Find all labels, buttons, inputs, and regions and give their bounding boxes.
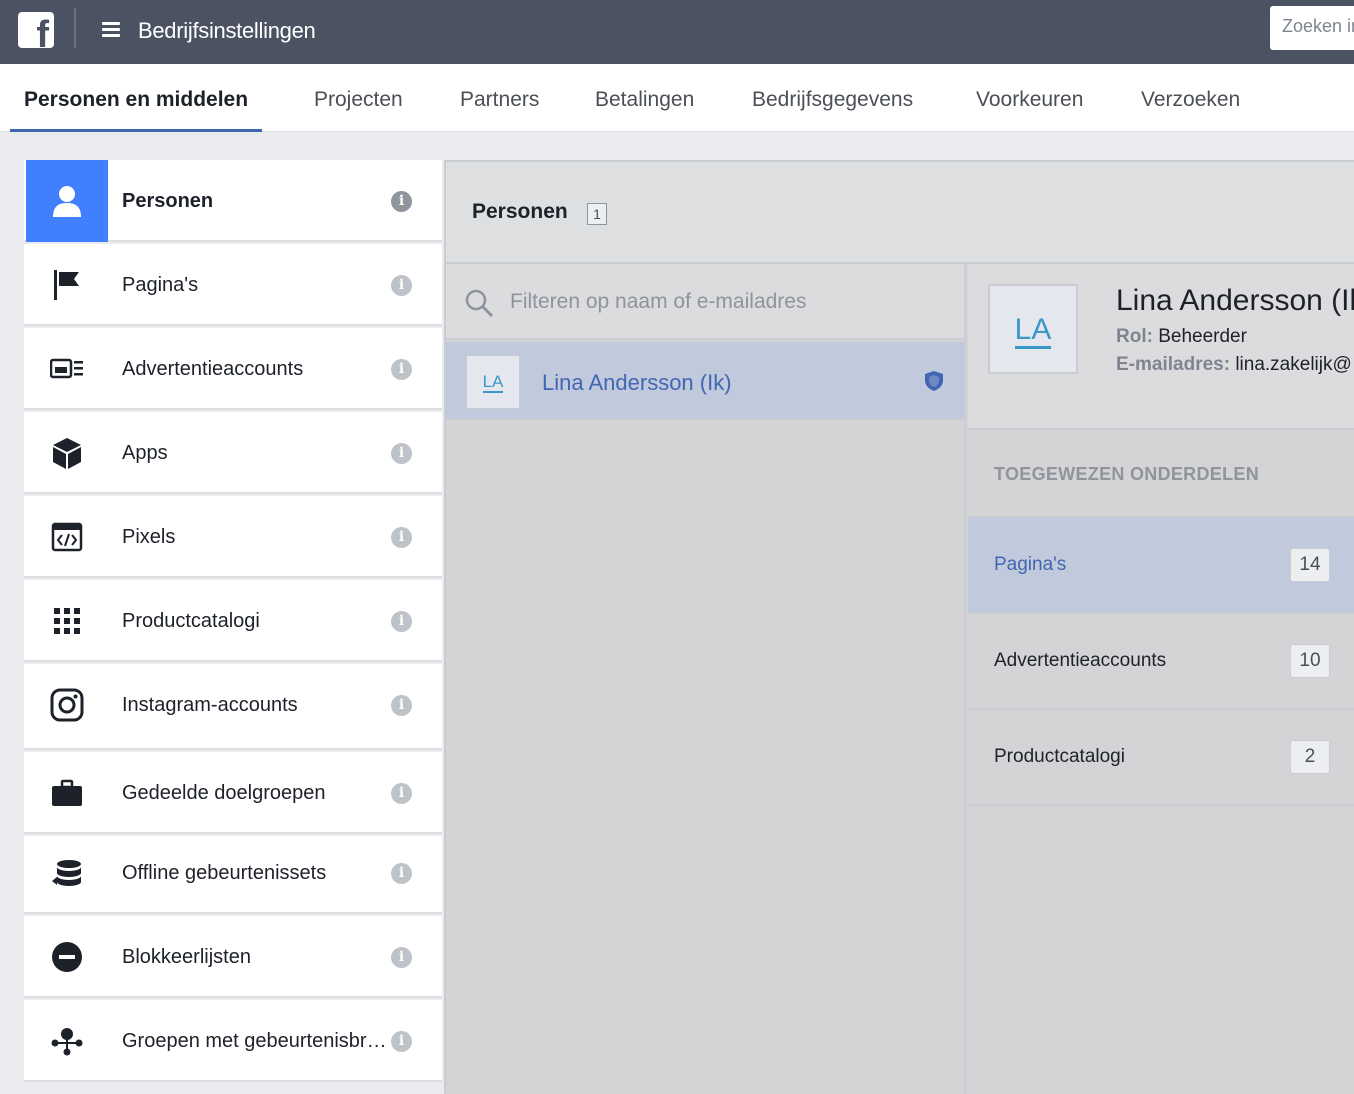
sidebar-item-label: Blokkeerlijsten (122, 946, 251, 968)
asset-count-badge: 2 (1290, 740, 1330, 774)
sidebar-item-label: Offline gebeurtenissets (122, 862, 327, 884)
avatar-initials: LA (482, 372, 504, 393)
section-title: TOEGEWEZEN ONDERDELEN (994, 464, 1259, 484)
sidebar-item-label: Productcatalogi (122, 610, 260, 632)
instagram-icon (26, 664, 108, 746)
tab-projecten[interactable]: Projecten (314, 64, 403, 132)
sidebar-item-blokkeerlijsten[interactable]: Blokkeerlijsten i (24, 916, 442, 998)
sidebar-item-label: Apps (122, 442, 168, 464)
sidebar-item-instagram-accounts[interactable]: Instagram-accounts i (24, 664, 442, 750)
topbar-divider (74, 8, 76, 48)
person-icon (26, 160, 108, 242)
person-detail: LA Lina Andersson (Ik) Rol: Beheerder E-… (968, 264, 1354, 1094)
info-icon[interactable]: i (391, 611, 412, 632)
sidebar-item-label: Personen (122, 190, 214, 212)
sidebar-item-label: Instagram-accounts (122, 694, 298, 716)
sidebar-item-advertentieaccounts[interactable]: Advertentieaccounts i (24, 328, 442, 410)
block-icon (26, 916, 108, 998)
sidebar-item-label: Pagina's (122, 274, 199, 296)
sidebar-item-gedeelde-doelgroepen[interactable]: Gedeelde doelgroepen i (24, 752, 442, 834)
search-icon (465, 289, 494, 318)
asset-count-badge: 14 (1290, 548, 1330, 582)
asset-name: Advertentieaccounts (994, 650, 1167, 671)
page-title: Bedrijfsinstellingen (138, 18, 316, 43)
top-navigation-bar: f Bedrijfsinstellingen Zoeken in bedrijf (0, 0, 1354, 64)
asset-row-advertentieaccounts[interactable]: Advertentieaccounts 10 (968, 614, 1354, 710)
info-icon[interactable]: i (391, 275, 412, 296)
sidebar-item-pixels[interactable]: Pixels i (24, 496, 442, 578)
tab-partners[interactable]: Partners (460, 64, 539, 132)
sidebar-item-label: Groepen met gebeurtenisbronnen (122, 1030, 392, 1052)
tab-personen-en-middelen[interactable]: Personen en middelen (10, 64, 263, 132)
sidebar-item-personen[interactable]: Personen i (24, 160, 442, 242)
cube-icon (26, 412, 108, 494)
sidebar-item-label: Advertentieaccounts (122, 358, 304, 380)
hamburger-menu-icon[interactable] (102, 22, 120, 38)
people-list: Filteren op naam of e-mailadres LA Lina … (446, 264, 966, 1094)
panel-title: Personen (472, 200, 568, 223)
grid-icon (26, 580, 108, 662)
email-value: lina.zakelijk@ (1235, 354, 1352, 375)
person-detail-header: LA Lina Andersson (Ik) Rol: Beheerder E-… (968, 264, 1354, 430)
role-label: Rol: (1116, 326, 1153, 347)
avatar: LA (988, 284, 1078, 374)
filter-placeholder: Filteren op naam of e-mailadres (510, 290, 807, 313)
asset-count-badge: 10 (1290, 644, 1330, 678)
avatar: LA (466, 355, 520, 409)
facebook-logo-icon[interactable]: f (18, 12, 54, 48)
email-line: E-mailadres: lina.zakelijk@ (1116, 354, 1352, 376)
role-line: Rol: Beheerder (1116, 326, 1247, 348)
tab-voorkeuren[interactable]: Voorkeuren (976, 64, 1083, 132)
briefcase-icon (26, 752, 108, 834)
person-detail-name: Lina Andersson (Ik) (1116, 284, 1354, 317)
panel-header: Personen 1 (446, 162, 1354, 264)
people-filter-input[interactable]: Filteren op naam of e-mailadres (446, 264, 964, 340)
avatar-initials: LA (1014, 313, 1052, 349)
asset-name: Productcatalogi (994, 746, 1125, 767)
people-count-badge: 1 (587, 203, 607, 225)
flag-icon (26, 244, 108, 326)
logo-letter: f (36, 14, 49, 48)
people-panel: Personen 1 Filteren op naam of e-mailadr… (444, 160, 1354, 1094)
assets-sidebar: Personen i Pagina's i Advertentieaccount… (24, 160, 444, 1082)
tab-verzoeken[interactable]: Verzoeken (1141, 64, 1240, 132)
shield-icon (925, 371, 943, 391)
info-icon[interactable]: i (391, 191, 412, 212)
info-icon[interactable]: i (391, 527, 412, 548)
sidebar-item-offline-gebeurtenissets[interactable]: Offline gebeurtenissets i (24, 836, 442, 914)
person-name: Lina Andersson (Ik) (542, 370, 732, 395)
database-icon (26, 836, 108, 914)
sidebar-item-apps[interactable]: Apps i (24, 412, 442, 494)
info-icon[interactable]: i (391, 863, 412, 884)
email-label: E-mailadres: (1116, 354, 1231, 375)
sidebar-item-productcatalogi[interactable]: Productcatalogi i (24, 580, 442, 662)
info-icon[interactable]: i (391, 783, 412, 804)
person-row[interactable]: LA Lina Andersson (Ik) (446, 342, 964, 420)
tab-bedrijfsgegevens[interactable]: Bedrijfsgegevens (752, 64, 913, 132)
sidebar-item-label: Gedeelde doelgroepen (122, 782, 326, 804)
sidebar-item-label: Pixels (122, 526, 176, 548)
info-icon[interactable]: i (391, 1031, 412, 1052)
network-icon (26, 1000, 108, 1082)
tab-betalingen[interactable]: Betalingen (595, 64, 694, 132)
sidebar-item-groepen-met-gebeurtenisbronnen[interactable]: Groepen met gebeurtenisbronnen i (24, 1000, 442, 1082)
asset-row-productcatalogi[interactable]: Productcatalogi 2 (968, 710, 1354, 806)
asset-name: Pagina's (994, 554, 1067, 575)
asset-row-paginas[interactable]: Pagina's 14 (968, 518, 1354, 614)
role-value: Beheerder (1158, 326, 1247, 347)
ad-account-icon (26, 328, 108, 410)
info-icon[interactable]: i (391, 359, 412, 380)
settings-tab-bar: Personen en middelen Projecten Partners … (0, 64, 1354, 132)
info-icon[interactable]: i (391, 695, 412, 716)
business-search-input[interactable]: Zoeken in bedrijf (1270, 6, 1354, 50)
code-icon (26, 496, 108, 578)
assigned-assets-heading: TOEGEWEZEN ONDERDELEN (968, 430, 1354, 518)
sidebar-item-paginas[interactable]: Pagina's i (24, 244, 442, 326)
info-icon[interactable]: i (391, 947, 412, 968)
info-icon[interactable]: i (391, 443, 412, 464)
